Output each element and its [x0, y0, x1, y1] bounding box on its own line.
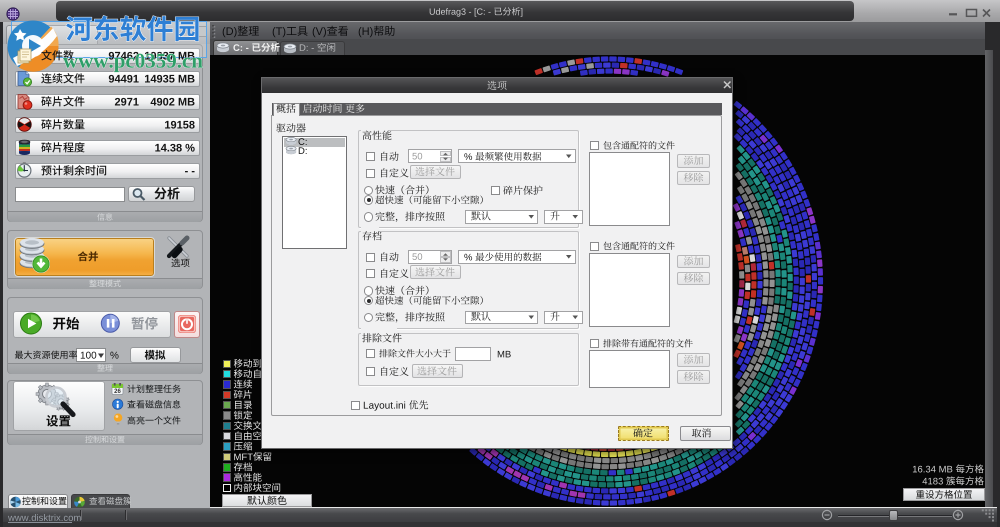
svg-text:26: 26: [114, 389, 121, 395]
